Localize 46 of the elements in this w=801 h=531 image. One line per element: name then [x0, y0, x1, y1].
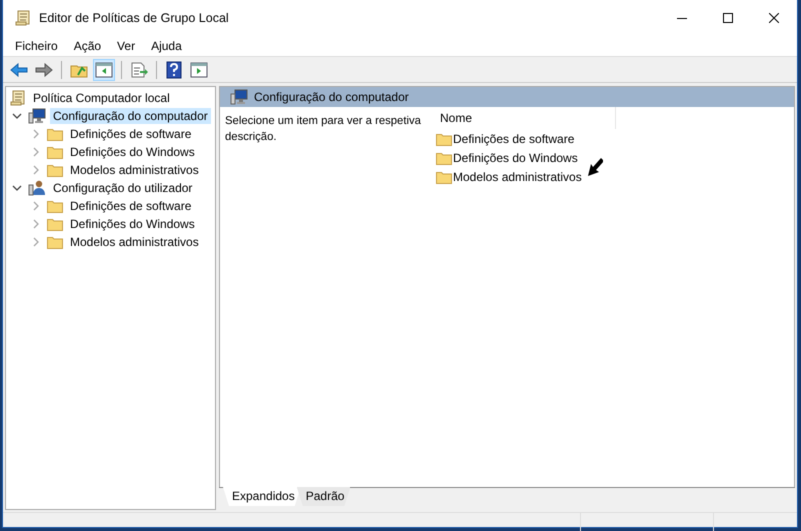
forward-arrow-icon[interactable] [35, 62, 53, 76]
header-computer-icon [230, 89, 248, 105]
close-icon[interactable] [769, 13, 779, 23]
list-item[interactable]: Definições de software [453, 132, 574, 146]
tree-item[interactable]: Definições do Windows [67, 144, 198, 160]
tree-item[interactable]: Configuração do utilizador [50, 180, 196, 196]
tree-item[interactable]: Definições de software [67, 198, 194, 214]
folder-icon [47, 235, 63, 249]
folder-icon [436, 132, 452, 146]
export-list-icon[interactable] [130, 62, 148, 78]
folder-icon [47, 163, 63, 177]
tree-item[interactable]: Política Computador local [30, 90, 173, 106]
menu-item[interactable]: Ação [66, 36, 110, 56]
tree-item[interactable]: Definições do Windows [67, 216, 198, 232]
collapse-chevron-icon[interactable] [12, 111, 22, 121]
tree-item[interactable]: Configuração do computador [50, 108, 211, 124]
menu-item[interactable]: Ver [109, 36, 144, 56]
list-item[interactable]: Modelos administrativos [453, 170, 582, 184]
description-text: Selecione um item para ver a respetiva descrição. [224, 114, 422, 145]
computer-icon [28, 108, 46, 124]
action-pane-icon[interactable] [190, 62, 208, 78]
folder-icon [47, 145, 63, 159]
user-icon [28, 180, 46, 196]
collapse-chevron-icon[interactable] [12, 183, 22, 193]
menu-item[interactable]: Ajuda [143, 36, 190, 56]
view-tab[interactable]: Expandidos [223, 487, 301, 506]
folder-icon [47, 217, 63, 231]
tree-item[interactable]: Modelos administrativos [67, 162, 202, 178]
panel-title: Configuração do computador [254, 90, 409, 104]
window-title: Editor de Políticas de Grupo Local [39, 11, 230, 25]
column-header[interactable]: Nome [433, 107, 616, 129]
mouse-pointer-icon [587, 157, 603, 177]
folder-icon [436, 150, 452, 164]
tree-item[interactable]: Definições de software [67, 126, 194, 142]
folder-icon [47, 199, 63, 213]
list-item[interactable]: Definições do Windows [453, 150, 578, 164]
maximize-icon[interactable] [723, 13, 733, 23]
tree-item[interactable]: Modelos administrativos [67, 234, 202, 250]
back-arrow-icon[interactable] [10, 62, 28, 76]
scroll-icon [10, 90, 26, 106]
help-icon[interactable] [166, 60, 182, 78]
folder-icon [47, 127, 63, 141]
view-tab[interactable]: Padrão [296, 487, 350, 506]
menu-item[interactable]: Ficheiro [7, 36, 66, 56]
folder-icon [436, 170, 452, 184]
app-icon [15, 10, 31, 26]
